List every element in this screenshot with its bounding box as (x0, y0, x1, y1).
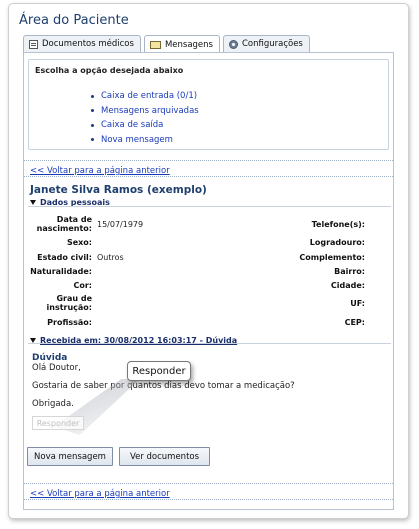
field-value-birthdate: 15/07/1979 (97, 220, 144, 229)
new-message-button[interactable]: Nova mensagem (27, 447, 113, 466)
back-link-bottom[interactable]: << Voltar para a página anterior (30, 489, 170, 499)
tab-label: Documentos médicos (42, 39, 134, 49)
options-legend: Escolha a opção desejada abaixo (35, 66, 184, 75)
field-label-education: Grau de instrução: (46, 294, 93, 312)
tab-mensagens[interactable]: Mensagens (143, 35, 220, 53)
options-list: Caixa de entrada (0/1) Mensagens arquiva… (91, 89, 199, 147)
bullet-icon (91, 109, 94, 113)
divider (24, 499, 393, 500)
outbox-link[interactable]: Caixa de saída (101, 120, 163, 130)
divider (24, 160, 393, 161)
view-documents-button[interactable]: Ver documentos (119, 447, 210, 466)
tab-label: Mensagens (164, 39, 213, 50)
divider (24, 483, 393, 484)
patient-name: Janete Silva Ramos (exemplo) (30, 184, 207, 196)
field-label-complement: Complemento: (299, 253, 365, 262)
message-closing: Obrigada. (32, 399, 74, 409)
collapse-triangle-icon (30, 200, 36, 205)
field-value-marital-status: Outros (97, 253, 124, 262)
bullet-icon (91, 138, 94, 142)
list-item: Nova mensagem (91, 133, 199, 148)
field-label-street: Logradouro: (309, 238, 365, 247)
message-greeting: Olá Doutor, (32, 363, 81, 373)
options-box: Escolha a opção desejada abaixo Caixa de… (28, 59, 389, 150)
tab-documentos-medicos[interactable]: Documentos médicos (23, 35, 141, 52)
page-title: Área do Paciente (19, 13, 129, 28)
field-label-city: Cidade: (330, 281, 365, 290)
field-label-color: Cor: (73, 281, 92, 290)
tab-bar: Documentos médicos Mensagens Configuraçõ… (23, 35, 310, 53)
field-label-marital-status: Estado civil: (37, 253, 92, 262)
field-label-zip: CEP: (344, 318, 365, 327)
bullet-icon (91, 94, 94, 98)
list-item: Mensagens arquivadas (91, 104, 199, 119)
archived-messages-link[interactable]: Mensagens arquivadas (101, 106, 199, 116)
message-subject: Dúvida (32, 353, 68, 363)
list-item: Caixa de saída (91, 118, 199, 133)
field-label-birthdate: Data de nascimento: (36, 215, 92, 233)
inbox-link[interactable]: Caixa de entrada (0/1) (101, 91, 197, 101)
field-label-birthplace: Naturalidade: (30, 267, 92, 276)
reply-button[interactable]: Responder (32, 416, 84, 430)
field-label-district: Bairro: (334, 267, 365, 276)
bullet-icon (91, 123, 94, 127)
field-label-state: UF: (350, 299, 365, 308)
list-item: Caixa de entrada (0/1) (91, 89, 199, 104)
tab-configuracoes[interactable]: Configurações (222, 35, 310, 52)
divider (24, 176, 393, 177)
field-label-phone: Telefone(s): (311, 220, 365, 229)
field-label-sex: Sexo: (66, 238, 92, 247)
message-body: Gostaria de saber por quantos dias devo … (32, 381, 295, 391)
messages-panel: Escolha a opção desejada abaixo Caixa de… (23, 52, 394, 510)
reply-callout: Responder (127, 361, 191, 381)
field-label-profession: Profissão: (47, 318, 92, 327)
back-link-top[interactable]: << Voltar para a página anterior (30, 166, 170, 176)
new-message-link[interactable]: Nova mensagem (101, 135, 173, 145)
gear-icon (228, 39, 238, 49)
tab-label: Configurações (241, 39, 303, 49)
envelope-icon (149, 40, 161, 49)
document-icon (29, 39, 38, 49)
